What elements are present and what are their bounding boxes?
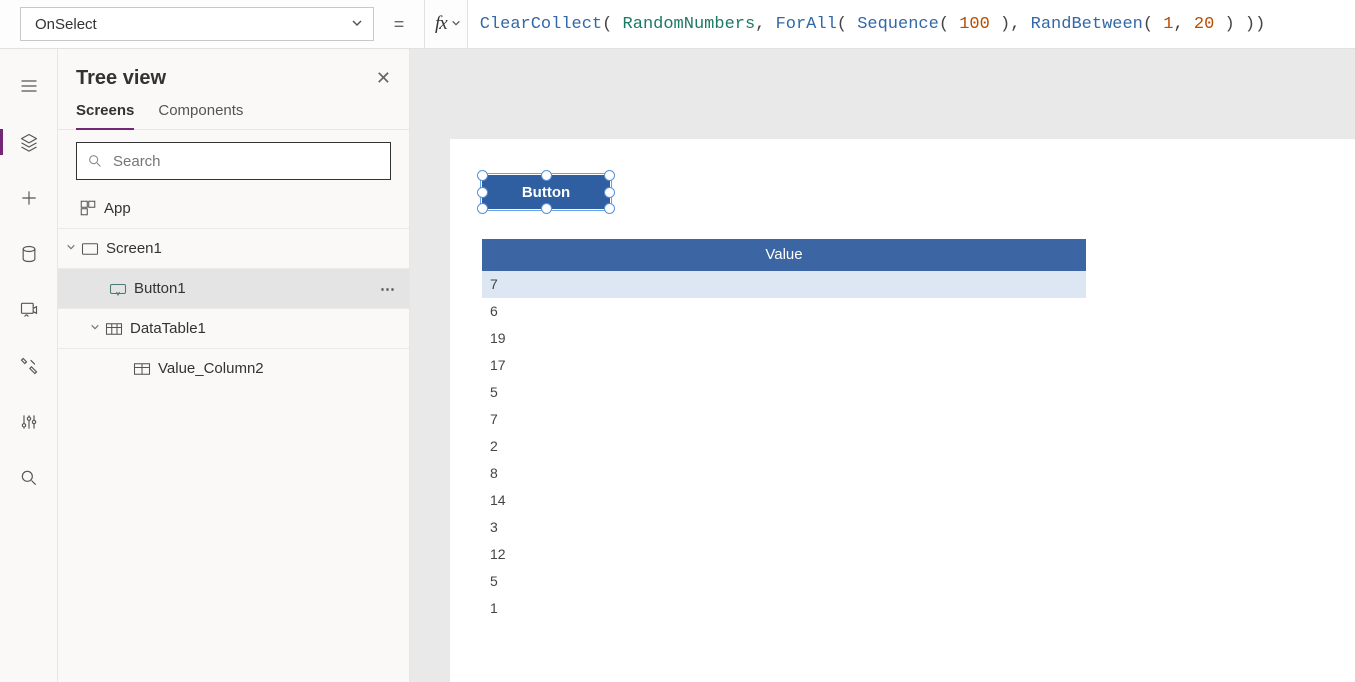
tree-node-button1[interactable]: Button1 ⋯ bbox=[58, 268, 409, 308]
sliders-icon bbox=[19, 412, 39, 432]
design-canvas[interactable]: Button Value 76191757281431251 bbox=[450, 139, 1355, 682]
selected-button-control[interactable]: Button bbox=[482, 175, 610, 209]
tree-node-label: Button1 bbox=[134, 280, 380, 297]
tab-components[interactable]: Components bbox=[158, 96, 243, 129]
formula-token: ( bbox=[602, 15, 622, 34]
tree-node-value-column[interactable]: Value_Column2 bbox=[58, 348, 409, 388]
datatable-row[interactable]: 12 bbox=[482, 541, 1086, 568]
data-button[interactable] bbox=[8, 233, 50, 275]
cylinder-icon bbox=[19, 244, 39, 264]
search-icon bbox=[19, 468, 39, 488]
datatable-control[interactable]: Value 76191757281431251 bbox=[482, 239, 1086, 622]
search-icon bbox=[87, 153, 103, 169]
formula-token: , bbox=[755, 15, 775, 34]
body: Tree view ✕ Screens Components bbox=[0, 49, 1355, 682]
fx-dropdown[interactable]: fx bbox=[424, 0, 468, 48]
screen-icon bbox=[80, 242, 100, 256]
tree-node-app[interactable]: App bbox=[58, 188, 409, 228]
datatable-row[interactable]: 3 bbox=[482, 514, 1086, 541]
button-control-icon bbox=[108, 281, 128, 297]
search-box[interactable] bbox=[76, 142, 391, 180]
datatable-row[interactable]: 7 bbox=[482, 406, 1086, 433]
hamburger-icon bbox=[19, 76, 39, 96]
property-dropdown[interactable]: OnSelect bbox=[20, 7, 374, 41]
media-icon bbox=[19, 300, 39, 320]
formula-token: RandomNumbers bbox=[623, 15, 756, 34]
tree-node-label: Value_Column2 bbox=[158, 360, 397, 377]
datatable-row[interactable]: 17 bbox=[482, 352, 1086, 379]
formula-token: 100 bbox=[959, 15, 990, 34]
formula-token: ) )) bbox=[1214, 15, 1265, 34]
chevron-down-icon[interactable] bbox=[64, 242, 78, 255]
tree-view-button[interactable] bbox=[8, 121, 50, 163]
formula-token: RandBetween bbox=[1031, 15, 1143, 34]
left-icon-rail bbox=[0, 49, 58, 682]
search-input[interactable] bbox=[111, 152, 380, 171]
tree-node-label: App bbox=[104, 200, 397, 217]
app-icon bbox=[78, 199, 98, 217]
chevron-down-icon[interactable] bbox=[88, 322, 102, 335]
hamburger-menu-button[interactable] bbox=[8, 65, 50, 107]
column-icon bbox=[132, 361, 152, 377]
datatable-row[interactable]: 6 bbox=[482, 298, 1086, 325]
formula-input[interactable]: ClearCollect( RandomNumbers, ForAll( Seq… bbox=[468, 0, 1355, 48]
datatable-row[interactable]: 19 bbox=[482, 325, 1086, 352]
tree-node-label: Screen1 bbox=[106, 240, 397, 257]
node-more-button[interactable]: ⋯ bbox=[380, 280, 397, 298]
advanced-tools-button[interactable] bbox=[8, 345, 50, 387]
formula-token: ClearCollect bbox=[480, 15, 602, 34]
datatable-body: 76191757281431251 bbox=[482, 271, 1086, 622]
tree-tabs: Screens Components bbox=[58, 96, 409, 130]
formula-token: 1 bbox=[1163, 15, 1173, 34]
plus-icon bbox=[19, 188, 39, 208]
formula-token: , bbox=[1173, 15, 1193, 34]
tree-view-title: Tree view bbox=[76, 67, 166, 90]
media-button[interactable] bbox=[8, 289, 50, 331]
equals-label: = bbox=[374, 14, 424, 35]
formula-token: ( bbox=[837, 15, 857, 34]
datatable-row[interactable]: 5 bbox=[482, 379, 1086, 406]
search-button[interactable] bbox=[8, 457, 50, 499]
datatable-row[interactable]: 1 bbox=[482, 595, 1086, 622]
datatable-row[interactable]: 8 bbox=[482, 460, 1086, 487]
datatable-row[interactable]: 7 bbox=[482, 271, 1086, 298]
tree-node-screen1[interactable]: Screen1 bbox=[58, 228, 409, 268]
settings-button[interactable] bbox=[8, 401, 50, 443]
chevron-down-icon bbox=[451, 17, 461, 31]
table-icon bbox=[104, 321, 124, 337]
button-control[interactable]: Button bbox=[482, 175, 610, 209]
formula-token: ForAll bbox=[776, 15, 837, 34]
tools-icon bbox=[19, 356, 39, 376]
datatable-header[interactable]: Value bbox=[482, 239, 1086, 271]
formula-token: ( bbox=[1143, 15, 1163, 34]
datatable-row[interactable]: 5 bbox=[482, 568, 1086, 595]
top-formula-row: OnSelect = fx ClearCollect( RandomNumber… bbox=[0, 0, 1355, 49]
close-icon: ✕ bbox=[376, 68, 391, 88]
formula-token: 20 bbox=[1194, 15, 1214, 34]
tree-view-pane: Tree view ✕ Screens Components bbox=[58, 49, 410, 682]
canvas-outer: Button Value 76191757281431251 bbox=[410, 49, 1355, 682]
tree-list: App Screen1 Button1 ⋯ bbox=[58, 188, 409, 682]
formula-token: Sequence bbox=[857, 15, 939, 34]
insert-button[interactable] bbox=[8, 177, 50, 219]
tree-node-datatable1[interactable]: DataTable1 bbox=[58, 308, 409, 348]
chevron-down-icon bbox=[351, 16, 363, 33]
layers-icon bbox=[19, 132, 39, 152]
datatable-row[interactable]: 2 bbox=[482, 433, 1086, 460]
tab-screens[interactable]: Screens bbox=[76, 96, 134, 129]
property-dropdown-value: OnSelect bbox=[35, 16, 97, 33]
formula-token: ), bbox=[990, 15, 1031, 34]
button-control-label: Button bbox=[522, 184, 570, 201]
close-pane-button[interactable]: ✕ bbox=[376, 68, 391, 89]
formula-token: ( bbox=[939, 15, 959, 34]
datatable-row[interactable]: 14 bbox=[482, 487, 1086, 514]
fx-icon: fx bbox=[435, 13, 447, 35]
tree-node-label: DataTable1 bbox=[130, 320, 397, 337]
